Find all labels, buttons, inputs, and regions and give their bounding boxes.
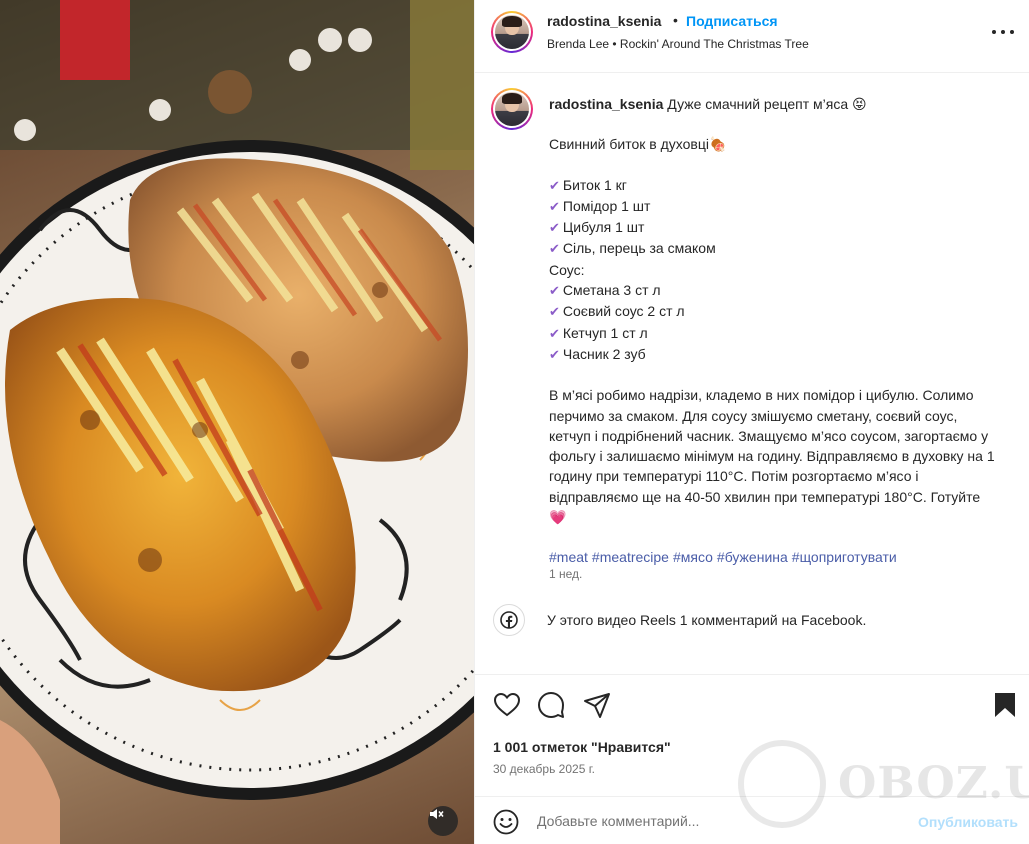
facebook-logo-icon <box>500 611 518 629</box>
audio-track-link[interactable]: Brenda Lee • Rockin' Around The Christma… <box>547 37 809 51</box>
emoji-smiley-icon[interactable] <box>493 809 519 835</box>
publish-comment-button[interactable]: Опубликовать <box>918 814 1018 830</box>
hashtag-link[interactable]: #щоприготувати <box>792 549 897 565</box>
heart-emoji: 💗 <box>549 509 567 526</box>
post-header: radostina_ksenia • Подписаться Brenda Le… <box>475 0 1029 73</box>
sauce-list: ✔ Сметана 3 ст л ✔ Соєвий соус 2 ст л ✔ Кетчу… <box>549 280 999 365</box>
time-ago[interactable]: 1 нед. <box>549 567 582 581</box>
avatar-image <box>495 15 529 49</box>
sauce-label: Соус: <box>549 261 585 278</box>
hashtag-link[interactable]: #мясо <box>673 549 713 565</box>
hashtags: #meat #meatrecipe #мясо #буженина #щоприготу… <box>549 547 999 567</box>
post-media-video[interactable] <box>0 0 474 844</box>
checkmark-icon: ✔ <box>549 283 560 299</box>
bookmark-save-icon[interactable] <box>993 691 1017 719</box>
caption-avatar[interactable] <box>491 88 533 130</box>
checkmark-icon: ✔ <box>549 177 560 193</box>
checkmark-icon: ✔ <box>549 304 560 320</box>
facebook-comments-text[interactable]: У этого видео Reels 1 комментарий на Fac… <box>547 612 866 628</box>
recipe-item-text: Цибуля 1 шт <box>562 219 645 236</box>
separator-dot: • <box>673 12 678 28</box>
avatar[interactable] <box>491 11 533 53</box>
comment-bubble-icon[interactable] <box>537 691 565 719</box>
recipe-list-item: ✔ Кетчуп 1 ст л <box>549 323 999 344</box>
post-actions: 1 001 отметок "Нравится" 30 декабрь 2025… <box>475 674 1029 794</box>
recipe-item-text: Часник 2 зуб <box>562 345 646 362</box>
checkmark-icon: ✔ <box>549 220 560 236</box>
share-send-icon[interactable] <box>583 691 611 719</box>
hashtag-link[interactable]: #meat <box>549 549 588 565</box>
post-details-panel: radostina_ksenia • Подписаться Brenda Le… <box>474 0 1029 844</box>
follow-button[interactable]: Подписаться <box>686 13 778 29</box>
recipe-title: Свинний биток в духовці🍖 <box>549 136 727 153</box>
recipe-list-item: ✔ Биток 1 кг <box>549 175 999 196</box>
ingredients-list: ✔ Биток 1 кг ✔ Помідор 1 шт ✔ Цибуля 1 шт ✔ Сіл… <box>549 175 999 260</box>
speaker-muted-icon <box>430 809 444 819</box>
hashtag-link[interactable]: #meatrecipe <box>592 549 669 565</box>
like-heart-icon[interactable] <box>493 691 521 719</box>
hashtag-link[interactable]: #буженина <box>717 549 788 565</box>
caption-username-link[interactable]: radostina_ksenia <box>549 96 663 112</box>
checkmark-icon: ✔ <box>549 241 560 257</box>
recipe-item-text: Сметана 3 ст л <box>562 282 661 299</box>
post-date: 30 декабрь 2025 г. <box>493 762 595 776</box>
checkmark-icon: ✔ <box>549 325 560 341</box>
recipe-list-item: ✔ Сметана 3 ст л <box>549 280 999 301</box>
recipe-list-item: ✔ Соєвий соус 2 ст л <box>549 301 999 322</box>
recipe-list-item: ✔ Сіль, перець за смаком <box>549 238 999 259</box>
more-options-button[interactable] <box>992 26 1014 38</box>
post-caption: radostina_ksenia Дуже смачний рецепт м’я… <box>549 94 999 568</box>
recipe-item-text: Биток 1 кг <box>562 176 627 193</box>
mute-toggle-button[interactable] <box>428 806 458 836</box>
recipe-item-text: Помідор 1 шт <box>562 197 651 214</box>
more-dot-icon <box>1010 30 1014 34</box>
recipe-list-item: ✔ Часник 2 зуб <box>549 344 999 365</box>
recipe-list-item: ✔ Помідор 1 шт <box>549 196 999 217</box>
more-dot-icon <box>1001 30 1005 34</box>
caption-intro: Дуже смачний рецепт м’яса 😝 <box>667 96 867 112</box>
comment-bar: Опубликовать <box>475 796 1029 844</box>
avatar-image <box>495 92 529 126</box>
recipe-list-item: ✔ Цибуля 1 шт <box>549 217 999 238</box>
recipe-method: В м’ясі робимо надрізи, кладемо в них по… <box>549 385 999 527</box>
more-dot-icon <box>992 30 996 34</box>
food-photo-illustration <box>0 0 474 844</box>
checkmark-icon: ✔ <box>549 346 560 362</box>
likes-count[interactable]: 1 001 отметок "Нравится" <box>493 739 671 755</box>
method-text: В м’ясі робимо надрізи, кладемо в них по… <box>549 387 995 505</box>
recipe-item-text: Сіль, перець за смаком <box>562 240 716 257</box>
checkmark-icon: ✔ <box>549 198 560 214</box>
comment-input[interactable] <box>537 807 897 835</box>
username-link[interactable]: radostina_ksenia <box>547 13 661 29</box>
recipe-item-text: Кетчуп 1 ст л <box>562 324 648 341</box>
facebook-icon[interactable] <box>493 604 525 636</box>
recipe-item-text: Соєвий соус 2 ст л <box>562 303 685 320</box>
